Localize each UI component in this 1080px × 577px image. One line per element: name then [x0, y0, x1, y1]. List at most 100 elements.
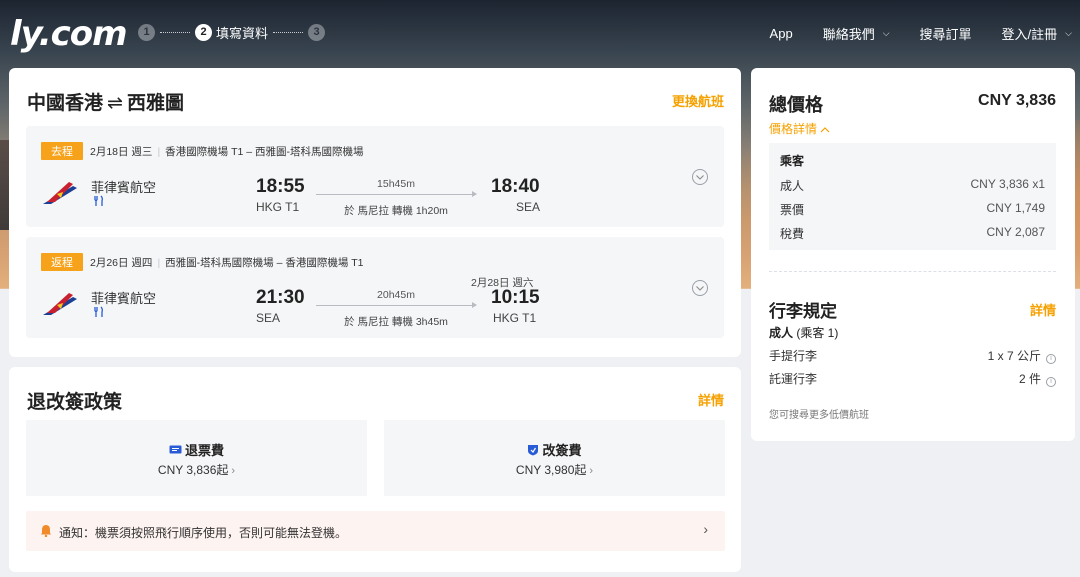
departure-airport-code: SEA: [256, 311, 281, 325]
step-2-indicator: 2: [195, 23, 212, 41]
stopover-info: 於 馬尼拉 轉機 3h45m: [344, 316, 448, 328]
refund-fee-heading: 退票費: [26, 440, 367, 459]
nav-search-orders-link[interactable]: 搜尋訂單: [920, 24, 972, 43]
route-origin: 中國香港: [27, 93, 104, 114]
baggage-title: 行李規定: [769, 302, 837, 321]
airline-logo-icon: [43, 293, 77, 315]
baggage-details-link[interactable]: 詳情: [1030, 300, 1056, 319]
divider: |: [157, 257, 161, 269]
nav-menu: App 聯絡我們 ⌵ 搜尋訂單 登入/註冊 ⌵: [740, 24, 1072, 43]
flight-meta: 2月18日 週三 | 香港國際機場 T1 – 西雅圖-塔科馬國際機場: [90, 144, 364, 159]
departure-time: 18:55: [256, 176, 305, 197]
nav-login-dropdown[interactable]: 登入/註冊 ⌵: [1002, 24, 1072, 43]
step-connector: [160, 31, 190, 33]
arrival-airport-code: SEA: [516, 200, 541, 214]
brand-logo[interactable]: ly.com: [10, 14, 128, 54]
chevron-up-icon: [820, 127, 830, 133]
stopover-info: 於 馬尼拉 轉機 1h20m: [344, 205, 448, 217]
row-value-wrap: 2 件 i: [1019, 370, 1056, 387]
step-2-label: 填寫資料: [216, 25, 269, 41]
change-fee-value: CNY 3,980起 ›: [384, 461, 725, 478]
shield-edit-icon: [528, 444, 539, 455]
checked-baggage-row: 託運行李 2 件 i: [769, 370, 1056, 387]
baggage-passenger-count: (乘客 1): [793, 326, 839, 340]
change-fee-card[interactable]: 改簽費 CNY 3,980起 ›: [384, 420, 725, 496]
total-price-value: CNY 3,836: [978, 92, 1056, 109]
carry-on-baggage-row: 手提行李 1 x 7 公斤 i: [769, 347, 1056, 364]
search-more-flights-note[interactable]: 您可搜尋更多低價航班: [769, 406, 869, 421]
return-tag: 返程: [41, 253, 83, 271]
airline-name: 菲律賓航空: [91, 291, 157, 306]
bell-icon: [41, 525, 51, 537]
expand-details-button[interactable]: [692, 280, 708, 296]
row-label: 成人: [780, 179, 805, 193]
nav-search-orders-label: 搜尋訂單: [919, 27, 972, 42]
refund-fee-amount: CNY 3,836起: [157, 463, 229, 477]
nav-contact-dropdown[interactable]: 聯絡我們 ⌵: [823, 24, 890, 43]
departure-time: 21:30: [256, 287, 305, 308]
airline-name: 菲律賓航空: [91, 180, 157, 195]
arrival-time: 18:40: [491, 176, 540, 197]
step-connector: [273, 31, 304, 33]
change-fee-label: 改簽費: [542, 443, 582, 458]
arrival-airport-code: HKG T1: [493, 311, 537, 325]
departure-airport-code: HKG T1: [256, 200, 300, 214]
expand-details-button[interactable]: [692, 169, 708, 185]
row-value: CNY 2,087: [986, 225, 1045, 239]
chevron-down-icon: [696, 174, 704, 180]
passenger-breakdown: 乘客 成人 CNY 3,836 x1 票價 CNY 1,749 稅費 CNY 2…: [769, 143, 1056, 250]
airline-logo-icon: [43, 182, 77, 204]
row-value-wrap: 1 x 7 公斤 i: [988, 347, 1056, 364]
policy-details-link[interactable]: 詳情: [698, 390, 724, 409]
flight-airports: 西雅圖-塔科馬國際機場 – 香港國際機場 T1: [165, 257, 364, 269]
step-1-indicator: 1: [138, 23, 155, 41]
info-icon[interactable]: i: [1046, 376, 1056, 387]
nav-login-label: 登入/註冊: [1001, 27, 1058, 42]
row-value: CNY 3,836 x1: [970, 177, 1046, 191]
flight-duration: 15h45m: [377, 178, 415, 190]
change-flight-link[interactable]: 更換航班: [672, 91, 724, 110]
notice-text: 通知：機票須按照飛行順序使用，否則可能無法登機。: [59, 526, 348, 540]
change-fee-amount: CNY 3,980起: [515, 463, 587, 477]
nav-app-link[interactable]: App: [770, 26, 793, 41]
flight-duration: 20h45m: [377, 289, 415, 301]
passenger-row: 成人 CNY 3,836 x1: [780, 177, 1045, 194]
total-price-label: 總價格: [769, 95, 823, 115]
ticket-icon: [169, 445, 182, 454]
meal-icon: [94, 306, 103, 317]
change-fee-heading: 改簽費: [384, 440, 725, 459]
divider: |: [157, 146, 161, 158]
policy-title: 退改簽政策: [27, 392, 123, 413]
flight-meta: 2月26日 週四 | 西雅圖-塔科馬國際機場 – 香港國際機場 T1: [90, 255, 364, 270]
price-details-toggle[interactable]: 價格詳情: [769, 120, 830, 137]
row-value: 1 x 7 公斤: [987, 349, 1041, 363]
progress-steps: 1 2 填寫資料 3: [138, 22, 326, 42]
top-navigation: ly.com 1 2 填寫資料 3 App 聯絡我們 ⌵ 搜尋訂單 登入/註冊 …: [0, 0, 1080, 64]
flight-date: 2月26日 週四: [90, 257, 153, 269]
chevron-right-icon: ›: [231, 465, 236, 477]
passenger-row: 票價 CNY 1,749: [780, 201, 1045, 218]
refund-fee-card[interactable]: 退票費 CNY 3,836起 ›: [26, 420, 367, 496]
chevron-down-icon: ⌵: [882, 28, 890, 38]
chevron-right-icon: ›: [703, 521, 708, 537]
nav-app-label: App: [769, 26, 793, 41]
route-destination: 西雅圖: [126, 93, 184, 114]
info-icon[interactable]: i: [1046, 353, 1056, 364]
row-value: 2 件: [1018, 372, 1041, 386]
meal-icon: [94, 195, 103, 206]
passenger-heading: 乘客: [780, 154, 805, 168]
baggage-passenger-type: 成人: [769, 326, 794, 340]
boarding-notice-banner[interactable]: 通知：機票須按照飛行順序使用，否則可能無法登機。 ›: [26, 511, 725, 551]
row-label: 稅費: [780, 227, 805, 241]
route-title: 中國香港 ⇌ 西雅圖: [27, 88, 184, 115]
outbound-tag: 去程: [41, 142, 83, 160]
flight-path-arrow: [316, 191, 477, 197]
outbound-flight-card[interactable]: 去程 2月18日 週三 | 香港國際機場 T1 – 西雅圖-塔科馬國際機場 菲律賓航…: [26, 126, 724, 227]
step-3-indicator: 3: [308, 23, 326, 41]
arrival-time: 10:15: [491, 287, 540, 308]
row-value: CNY 1,749: [986, 201, 1045, 215]
chevron-down-icon: ⌵: [1065, 28, 1072, 38]
return-flight-card[interactable]: 返程 2月26日 週四 | 西雅圖-塔科馬國際機場 – 香港國際機場 T1 菲律賓航…: [26, 237, 724, 338]
flight-airports: 香港國際機場 T1 – 西雅圖-塔科馬國際機場: [165, 146, 364, 158]
brand-logo-text: ly.com: [10, 14, 128, 54]
